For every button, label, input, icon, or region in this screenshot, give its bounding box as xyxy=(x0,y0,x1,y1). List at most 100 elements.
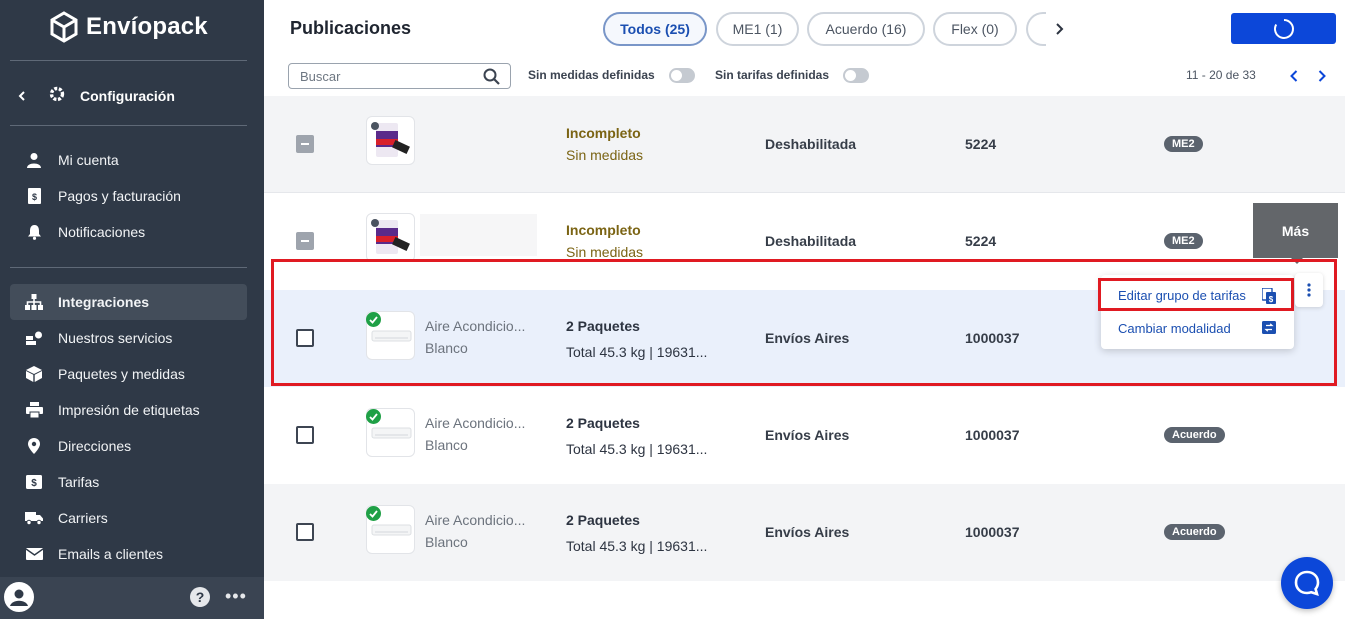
sidebar-item-label: Pagos y facturación xyxy=(58,188,181,204)
more-tooltip: Más xyxy=(1253,203,1338,264)
packages-count: 2 Paquetes xyxy=(566,512,640,528)
packages-count: 2 Paquetes xyxy=(566,318,640,334)
packages-detail: Total 45.3 kg | 19631... xyxy=(566,344,708,360)
page-prev-icon[interactable] xyxy=(1287,68,1301,84)
sidebar-item-carriers[interactable]: Carriers xyxy=(10,500,247,536)
sidebar-item-label: Emails a clientes xyxy=(58,546,164,562)
sidebar-config-header[interactable]: Configuración xyxy=(10,82,247,110)
page-next-icon[interactable] xyxy=(1315,68,1329,84)
map-pin-icon xyxy=(24,438,44,454)
row-checkbox[interactable] xyxy=(296,135,314,153)
sidebar-item-emails[interactable]: Emails a clientes xyxy=(10,536,247,572)
brand-name: Envíopack xyxy=(86,13,208,40)
shipping-value: Envíos Aires xyxy=(765,427,850,443)
sidebar-divider xyxy=(10,60,247,61)
svg-text:$: $ xyxy=(31,192,36,202)
chat-button[interactable] xyxy=(1281,557,1333,609)
check-circle-icon xyxy=(366,409,381,424)
shipping-value: Envíos Aires xyxy=(765,524,850,540)
status-detail: Sin medidas xyxy=(566,147,644,163)
tab-flex[interactable]: Flex (0) xyxy=(933,12,1017,46)
config-label: Configuración xyxy=(80,88,175,104)
packages-detail: Total 45.3 kg | 19631... xyxy=(566,538,708,554)
primary-action-button[interactable] xyxy=(1231,13,1336,44)
svg-text:$: $ xyxy=(1269,295,1274,304)
sidebar-item-integraciones[interactable]: Integraciones xyxy=(10,284,247,320)
sidebar-item-label: Notificaciones xyxy=(58,224,146,240)
sidebar-item-servicios[interactable]: Nuestros servicios xyxy=(10,320,247,356)
gear-icon xyxy=(48,85,66,108)
toggle-sin-tarifas-label: Sin tarifas definidas xyxy=(715,68,830,82)
mode-badge: Acuerdo xyxy=(1164,524,1225,540)
avatar[interactable] xyxy=(4,582,34,612)
sidebar-footer: ? ••• xyxy=(0,577,264,619)
toggle-sin-medidas-label: Sin medidas definidas xyxy=(528,68,655,82)
sidebar: Envíopack Configuración Mi cuenta $ Pago… xyxy=(0,0,264,619)
page-title: Publicaciones xyxy=(290,18,412,38)
sidebar-item-tarifas[interactable]: $ Tarifas xyxy=(10,464,247,500)
tab-overflow[interactable] xyxy=(1026,12,1046,46)
search-icon[interactable] xyxy=(483,68,500,90)
sidebar-item-direcciones[interactable]: Direcciones xyxy=(10,428,247,464)
sitemap-icon xyxy=(24,294,44,310)
tariff-group-icon: $ xyxy=(1261,287,1276,309)
chevron-right-icon[interactable] xyxy=(1050,20,1068,38)
table-row[interactable]: Aire Acondicio... Blanco 2 Paquetes Tota… xyxy=(264,387,1345,484)
id-value: 1000037 xyxy=(965,427,1020,443)
shipping-value: Envíos Aires xyxy=(765,330,850,346)
printer-icon xyxy=(24,402,44,418)
product-name: Aire Acondicio... xyxy=(425,318,526,334)
search-input[interactable] xyxy=(289,64,469,88)
product-name: Aire Acondicio... xyxy=(425,415,526,431)
box-icon xyxy=(24,366,44,382)
menu-item-edit-tariff-group[interactable]: Editar grupo de tarifas $ xyxy=(1101,279,1294,311)
menu-item-change-mode[interactable]: Cambiar modalidad xyxy=(1101,312,1294,344)
sidebar-item-label: Paquetes y medidas xyxy=(58,366,185,382)
row-checkbox[interactable] xyxy=(296,523,314,541)
menu-item-label: Cambiar modalidad xyxy=(1118,320,1231,336)
sidebar-item-paquetes[interactable]: Paquetes y medidas xyxy=(10,356,247,392)
row-checkbox[interactable] xyxy=(296,232,314,250)
tab-acuerdo[interactable]: Acuerdo (16) xyxy=(807,12,925,46)
bell-icon xyxy=(24,224,44,240)
chevron-left-icon[interactable] xyxy=(10,91,34,101)
sidebar-item-label: Impresión de etiquetas xyxy=(58,402,200,418)
product-thumbnail xyxy=(366,116,415,165)
id-value: 5224 xyxy=(965,136,997,152)
sidebar-item-mi-cuenta[interactable]: Mi cuenta xyxy=(10,142,247,178)
table-row[interactable]: Aire Acondicio... Blanco 2 Paquetes Tota… xyxy=(264,484,1345,581)
row-checkbox[interactable] xyxy=(296,329,314,347)
check-circle-icon xyxy=(366,312,381,327)
status-title: Incompleto xyxy=(566,125,641,141)
services-icon xyxy=(24,331,44,346)
row-checkbox[interactable] xyxy=(296,426,314,444)
product-variant: Blanco xyxy=(425,340,468,356)
user-icon xyxy=(24,152,44,168)
sidebar-divider xyxy=(10,267,247,268)
mode-badge: Acuerdo xyxy=(1164,427,1225,443)
id-value: 1000037 xyxy=(965,524,1020,540)
mail-icon xyxy=(24,547,44,561)
sidebar-item-label: Integraciones xyxy=(58,294,150,310)
money-icon: $ xyxy=(24,475,44,489)
sidebar-item-notificaciones[interactable]: Notificaciones xyxy=(10,214,247,250)
mode-badge: ME2 xyxy=(1164,136,1203,152)
sidebar-item-impresion[interactable]: Impresión de etiquetas xyxy=(10,392,247,428)
tab-me1[interactable]: ME1 (1) xyxy=(716,12,799,46)
invoice-icon: $ xyxy=(24,188,44,204)
table-row[interactable]: Incompleto Sin medidas Deshabilitada 522… xyxy=(264,96,1345,193)
help-icon[interactable]: ? xyxy=(190,587,210,607)
sidebar-item-pagos[interactable]: $ Pagos y facturación xyxy=(10,178,247,214)
tab-todos[interactable]: Todos (25) xyxy=(603,12,707,46)
sidebar-item-label: Carriers xyxy=(58,510,108,526)
more-options-icon[interactable]: ••• xyxy=(225,587,247,605)
toggle-sin-tarifas[interactable] xyxy=(843,68,869,83)
brand-logo[interactable]: Envíopack xyxy=(50,10,208,44)
toggle-sin-medidas[interactable] xyxy=(669,68,695,83)
search-box xyxy=(288,63,511,89)
kebab-icon xyxy=(1307,283,1311,297)
image-placeholder xyxy=(420,214,537,256)
truck-icon xyxy=(24,511,44,525)
svg-text:$: $ xyxy=(31,478,37,489)
row-kebab-menu-button[interactable] xyxy=(1295,273,1323,307)
